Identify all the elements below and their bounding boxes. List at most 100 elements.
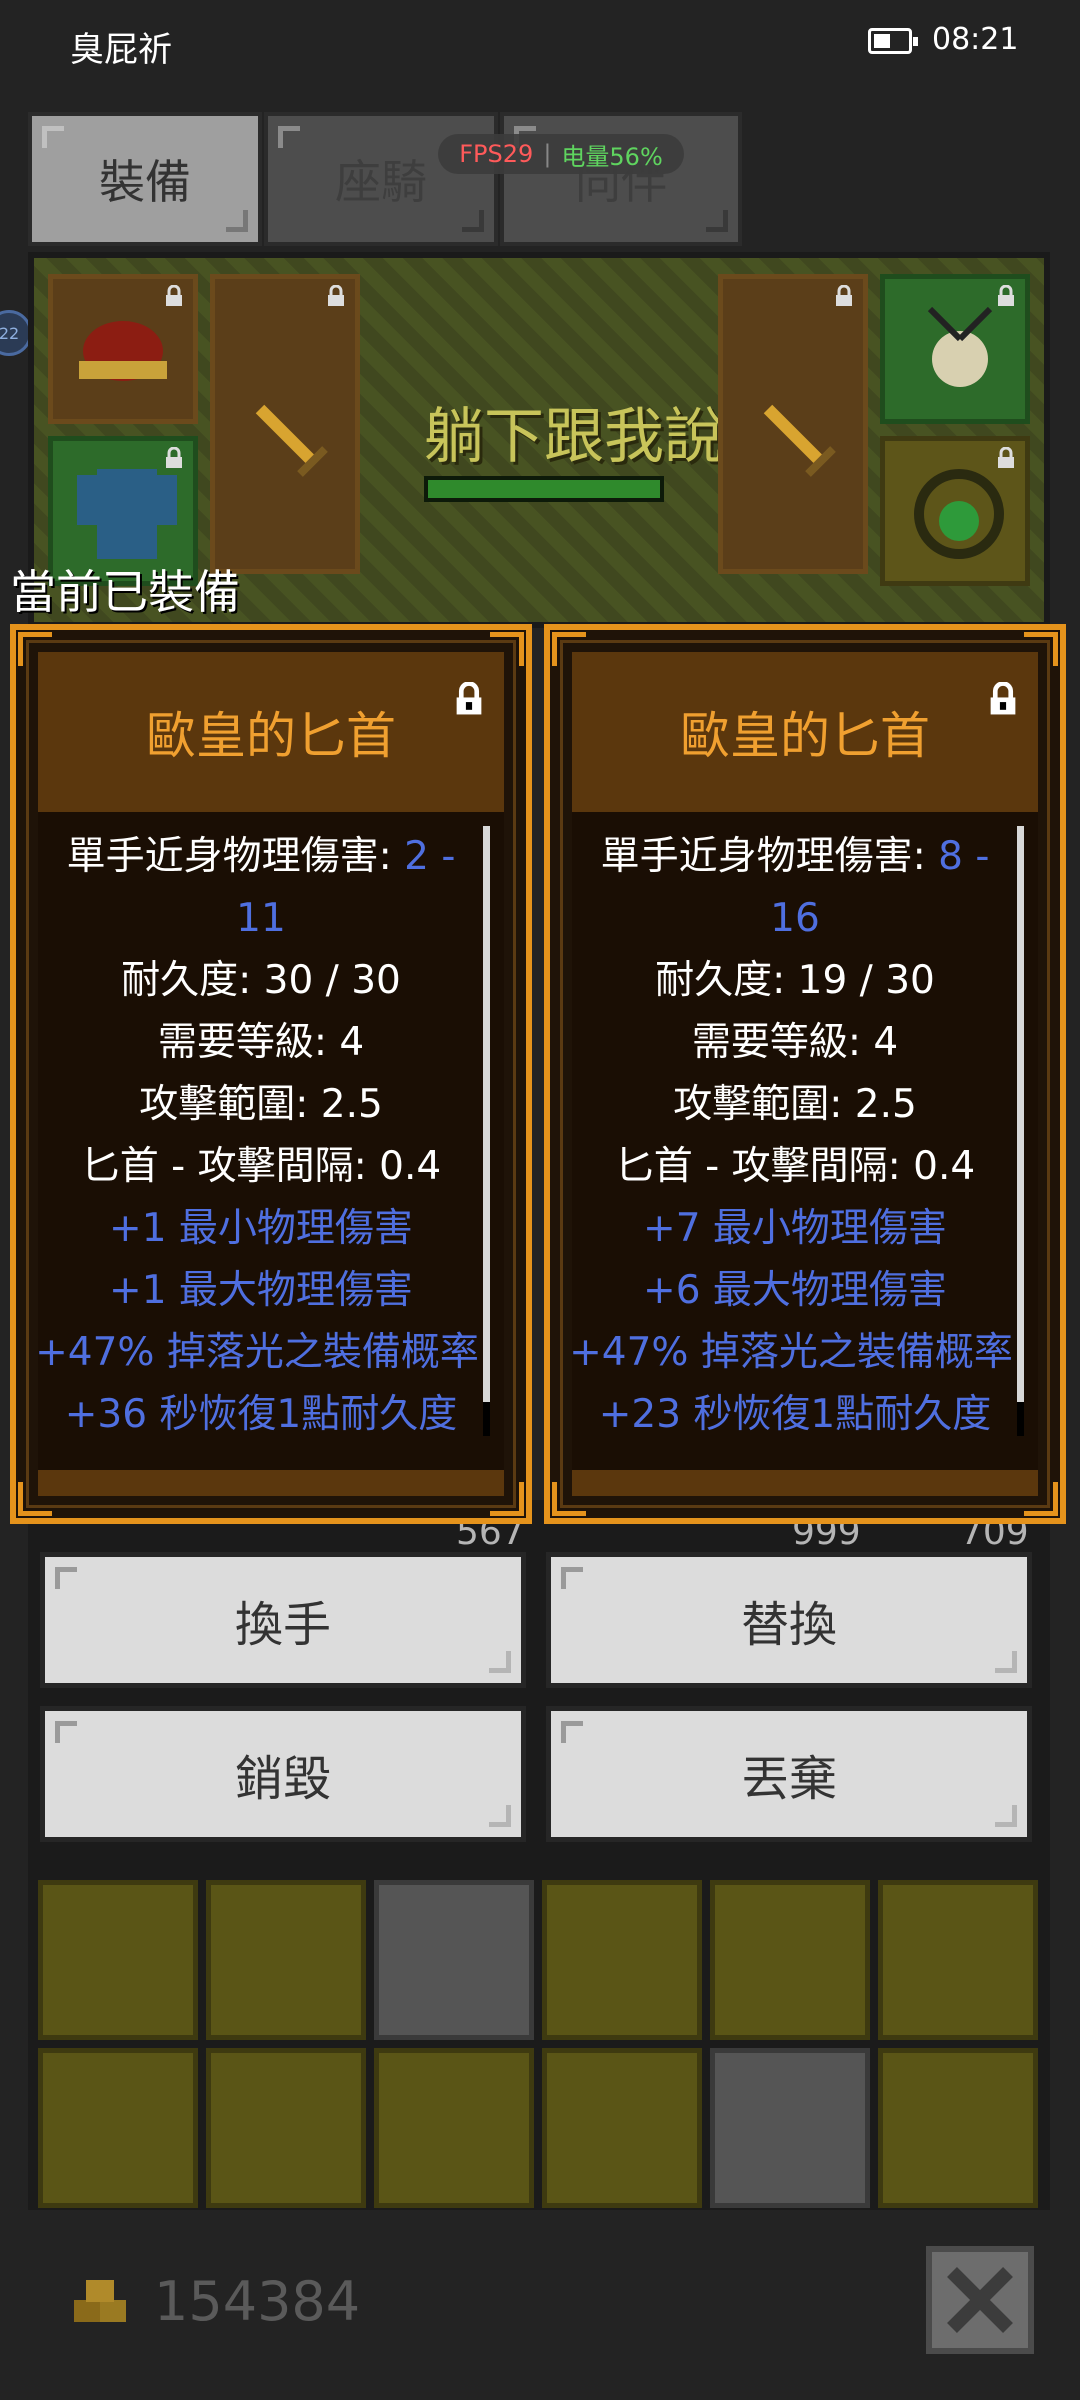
inventory-slot[interactable]	[710, 2048, 870, 2208]
lock-icon	[998, 285, 1014, 306]
status-time: 08:21	[932, 22, 1019, 57]
swap-hand-button[interactable]: 換手	[40, 1552, 526, 1688]
item-card-equipped: 歐皇的匕首 單手近身物理傷害: 2 - 11 耐久度: 30 / 30 需要等級…	[10, 624, 532, 1524]
stat-durability: 耐久度: 19 / 30	[655, 958, 935, 1003]
lock-icon	[328, 285, 344, 306]
gold-amount: 154384	[154, 2270, 361, 2333]
corner-decoration	[278, 126, 300, 148]
corner-decoration	[462, 210, 484, 232]
corner-decoration	[489, 1805, 511, 1827]
inventory-slot[interactable]	[374, 2048, 534, 2208]
status-bar: 臭屁祈 08:21	[0, 0, 1080, 88]
corner-decoration	[55, 1567, 77, 1589]
item-name: 歐皇的匕首	[146, 707, 396, 765]
inventory-slot[interactable]	[710, 1880, 870, 2040]
dagger-icon	[255, 404, 328, 477]
inventory-slot[interactable]	[878, 1880, 1038, 2040]
destroy-button[interactable]: 銷毀	[40, 1706, 526, 1842]
corner-ornament	[490, 1482, 524, 1516]
inventory-slot[interactable]	[542, 2048, 702, 2208]
item-name: 歐皇的匕首	[680, 707, 930, 765]
card-header: 歐皇的匕首	[572, 652, 1038, 812]
armor-icon	[77, 469, 177, 559]
dagger-icon	[763, 404, 836, 477]
status-carrier: 臭屁祈	[70, 30, 172, 70]
inventory-slot[interactable]	[38, 1880, 198, 2040]
tab-equipment[interactable]: 裝備	[28, 112, 262, 246]
close-icon	[947, 2267, 1013, 2333]
inventory-slot[interactable]	[878, 2048, 1038, 2208]
scene-title: 躺下跟我說	[424, 402, 724, 472]
stat-range: 攻擊範圍: 2.5	[139, 1082, 383, 1127]
card-header: 歐皇的匕首	[38, 652, 504, 812]
slot-weapon-right[interactable]	[718, 274, 868, 574]
tab-equipment-label: 裝備	[99, 155, 191, 209]
inventory-slot[interactable]	[38, 2048, 198, 2208]
stat-level: 需要等級: 4	[157, 1020, 365, 1065]
lock-icon	[836, 285, 852, 306]
tab-mount-label: 座騎	[335, 155, 427, 209]
amulet-icon	[927, 306, 993, 387]
corner-ornament	[1024, 1482, 1058, 1516]
corner-decoration	[561, 1721, 583, 1743]
corner-decoration	[706, 210, 728, 232]
inventory-slot[interactable]	[374, 1880, 534, 2040]
bonus-line: +47% 掉落光之裝備概率	[35, 1330, 479, 1375]
slot-weapon-left[interactable]	[210, 274, 360, 574]
fps-overlay: FPS29 | 电量56%	[438, 134, 684, 174]
discard-label: 丟棄	[740, 1751, 837, 1807]
corner-decoration	[561, 1567, 583, 1589]
lock-icon[interactable]	[986, 682, 1020, 716]
corner-ornament	[1024, 632, 1058, 666]
fps-text: FPS29	[459, 140, 534, 168]
replace-button[interactable]: 替換	[546, 1552, 1032, 1688]
bonus-line: +36 秒恢復1點耐久度	[64, 1392, 458, 1437]
scrollbar-track	[483, 1402, 490, 1436]
stat-interval: 匕首 - 攻擊間隔: 0.4	[80, 1144, 442, 1189]
corner-decoration	[995, 1805, 1017, 1827]
bonus-line: +23 秒恢復1點耐久度	[598, 1392, 992, 1437]
corner-decoration	[995, 1651, 1017, 1673]
stat-level: 需要等級: 4	[691, 1020, 899, 1065]
hp-bar-fill	[428, 480, 660, 498]
stat-label: 單手近身物理傷害:	[66, 834, 405, 879]
hp-bar	[424, 476, 664, 502]
stat-label: 單手近身物理傷害:	[600, 834, 939, 879]
discard-button[interactable]: 丟棄	[546, 1706, 1032, 1842]
item-card-selected: 歐皇的匕首 單手近身物理傷害: 8 - 16 耐久度: 19 / 30 需要等級…	[544, 624, 1066, 1524]
bonus-line: +47% 掉落光之裝備概率	[569, 1330, 1013, 1375]
lock-icon	[166, 447, 182, 468]
scrollbar[interactable]	[483, 826, 490, 1402]
card-stats[interactable]: 單手近身物理傷害: 2 - 11 耐久度: 30 / 30 需要等級: 4 攻擊…	[35, 812, 504, 1472]
ring-icon	[914, 469, 1004, 559]
scrollbar[interactable]	[1017, 826, 1024, 1402]
lock-icon[interactable]	[452, 682, 486, 716]
card-footer	[38, 1470, 504, 1496]
corner-ornament	[18, 1482, 52, 1516]
inventory-slot[interactable]	[206, 1880, 366, 2040]
helmet-icon	[79, 321, 167, 381]
battery-percent: 电量56%	[561, 142, 663, 171]
slot-helmet[interactable]	[48, 274, 198, 424]
slot-amulet[interactable]	[880, 274, 1030, 424]
card-stats[interactable]: 單手近身物理傷害: 8 - 16 耐久度: 19 / 30 需要等級: 4 攻擊…	[569, 812, 1038, 1472]
inventory-slot[interactable]	[542, 1880, 702, 2040]
inventory-slot[interactable]	[206, 2048, 366, 2208]
tab-companion[interactable]: 同伴	[500, 112, 742, 246]
stat-range: 攻擊範圍: 2.5	[673, 1082, 917, 1127]
card-footer	[572, 1470, 1038, 1496]
gold-coins-icon	[74, 2280, 126, 2322]
corner-decoration	[489, 1651, 511, 1673]
tab-mount[interactable]: 座騎	[264, 112, 498, 246]
corner-decoration	[226, 210, 248, 232]
replace-label: 替換	[740, 1597, 837, 1653]
slot-ring[interactable]	[880, 436, 1030, 586]
bonus-line: +7 最小物理傷害	[643, 1206, 947, 1251]
lock-icon	[166, 285, 182, 306]
stat-list: 單手近身物理傷害: 2 - 11 耐久度: 30 / 30 需要等級: 4 攻擊…	[35, 826, 484, 1446]
corner-ornament	[18, 632, 52, 666]
corner-ornament	[552, 1482, 586, 1516]
scrollbar-track	[1017, 1402, 1024, 1436]
stat-list: 單手近身物理傷害: 8 - 16 耐久度: 19 / 30 需要等級: 4 攻擊…	[569, 826, 1018, 1446]
close-button[interactable]	[926, 2246, 1034, 2354]
